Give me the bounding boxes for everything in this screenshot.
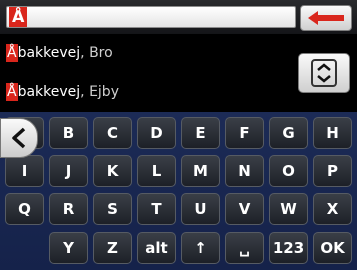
key-p[interactable]: P [313,155,352,187]
back-button[interactable] [0,118,38,158]
result-street: bakkevej [17,45,81,61]
key-v[interactable]: V [225,193,264,225]
key-j[interactable]: J [49,155,88,187]
key-g[interactable]: G [269,117,308,149]
key-b[interactable]: B [49,117,88,149]
key-q[interactable]: Q [5,193,44,225]
shift-key[interactable]: ↑ [181,232,220,264]
result-city: , Bro [80,45,113,61]
key-k[interactable]: K [93,155,132,187]
key-d[interactable]: D [137,117,176,149]
backspace-button[interactable] [300,5,352,31]
key-m[interactable]: M [181,155,220,187]
ok-key[interactable]: OK [313,232,352,264]
key-s[interactable]: S [93,193,132,225]
result-street: bakkevej [17,84,81,100]
result-highlight: Å [6,83,18,101]
numbers-key[interactable]: 123 [269,232,308,264]
key-l[interactable]: L [137,155,176,187]
top-bar: Å [0,0,357,34]
key-x[interactable]: X [313,193,352,225]
key-i[interactable]: I [5,155,44,187]
key-z[interactable]: Z [93,232,132,264]
key-o[interactable]: O [269,155,308,187]
red-left-arrow-icon [308,11,344,25]
key-e[interactable]: E [181,117,220,149]
key-t[interactable]: T [137,193,176,225]
search-input[interactable]: Å [6,6,296,28]
alt-key[interactable]: alt [137,232,176,264]
result-highlight: Å [6,44,18,62]
results-list: Åbakkevej, Bro Åbakkevej, Ejby [0,34,357,112]
result-item[interactable]: Åbakkevej, Ejby [0,73,296,112]
chevron-left-icon [12,127,26,149]
scroll-button[interactable] [298,53,350,93]
key-c[interactable]: C [93,117,132,149]
key-w[interactable]: W [269,193,308,225]
result-city: , Ejby [80,84,119,100]
key-f[interactable]: F [225,117,264,149]
keyboard: A B C D E F G H I J K L M N O P Q R S T … [0,112,357,270]
key-h[interactable]: H [313,117,352,149]
key-u[interactable]: U [181,193,220,225]
key-r[interactable]: R [49,193,88,225]
input-highlight: Å [9,7,28,27]
chevron-up-down-icon [311,59,337,87]
result-item[interactable]: Åbakkevej, Bro [0,34,296,73]
space-key[interactable]: ␣ [225,232,264,264]
key-y[interactable]: Y [49,232,88,264]
key-n[interactable]: N [225,155,264,187]
